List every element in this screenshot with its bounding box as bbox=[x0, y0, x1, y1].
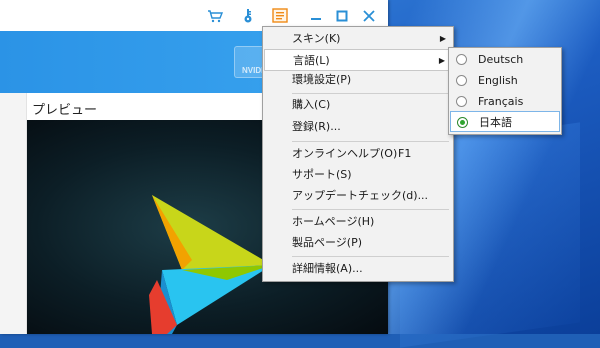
language-option-label: Deutsch bbox=[478, 53, 524, 66]
menu-item-update-check[interactable]: アップデートチェック(d)... bbox=[264, 185, 452, 207]
language-option-francais[interactable]: Français bbox=[450, 91, 560, 112]
menu-item-label: スキン(K) bbox=[292, 32, 341, 45]
maximize-icon[interactable] bbox=[332, 6, 352, 26]
left-sidebar-strip bbox=[0, 93, 27, 334]
menu-item-product-page[interactable]: 製品ページ(P) bbox=[264, 232, 452, 254]
menu-item-shortcut: F1 bbox=[398, 147, 412, 160]
language-option-japanese[interactable]: 日本語 bbox=[450, 111, 560, 132]
language-option-deutsch[interactable]: Deutsch bbox=[450, 49, 560, 70]
menu-item-online-help[interactable]: オンラインヘルプ(O) F1 bbox=[264, 143, 452, 165]
radio-icon bbox=[456, 54, 467, 65]
language-option-english[interactable]: English bbox=[450, 70, 560, 91]
preview-label: プレビュー bbox=[32, 103, 98, 118]
cart-icon[interactable] bbox=[205, 6, 225, 26]
menu-separator bbox=[292, 141, 449, 142]
menu-item-label: 購入(C) bbox=[292, 98, 331, 111]
menu-item-purchase[interactable]: 購入(C) bbox=[264, 94, 452, 116]
language-option-label: 日本語 bbox=[479, 116, 512, 129]
menu-item-label: 登録(R)... bbox=[292, 120, 341, 133]
menu-item-homepage[interactable]: ホームページ(H) bbox=[264, 211, 452, 233]
menu-separator bbox=[292, 209, 449, 210]
close-icon[interactable] bbox=[359, 6, 379, 26]
main-context-menu: スキン(K) ▶ 言語(L) ▶ 環境設定(P) 購入(C) 登録(R)... … bbox=[262, 26, 454, 282]
menu-item-register[interactable]: 登録(R)... bbox=[264, 116, 452, 138]
minimize-icon[interactable] bbox=[306, 6, 326, 26]
radio-icon bbox=[456, 96, 467, 107]
radio-selected-icon bbox=[457, 117, 468, 128]
menu-item-label: 製品ページ(P) bbox=[292, 236, 362, 249]
menu-item-label: サポート(S) bbox=[292, 168, 352, 181]
menu-separator bbox=[292, 256, 449, 257]
menu-item-label: オンラインヘルプ(O) bbox=[292, 147, 398, 160]
menu-item-about[interactable]: 詳細情報(A)... bbox=[264, 258, 452, 280]
submenu-arrow-icon: ▶ bbox=[439, 34, 446, 43]
menu-item-label: 環境設定(P) bbox=[292, 73, 352, 86]
menu-icon[interactable] bbox=[270, 6, 290, 26]
language-option-label: Français bbox=[478, 95, 524, 108]
language-option-label: English bbox=[478, 74, 518, 87]
radio-icon bbox=[456, 75, 467, 86]
menu-item-label: 詳細情報(A)... bbox=[292, 262, 363, 275]
menu-item-label: アップデートチェック(d)... bbox=[292, 189, 429, 202]
language-submenu: Deutsch English Français 日本語 bbox=[448, 47, 562, 135]
menu-item-language[interactable]: 言語(L) ▶ bbox=[264, 49, 452, 71]
key-icon[interactable] bbox=[238, 6, 258, 26]
menu-item-skin[interactable]: スキン(K) ▶ bbox=[264, 28, 452, 50]
menu-item-label: ホームページ(H) bbox=[292, 215, 375, 228]
menu-item-support[interactable]: サポート(S) bbox=[264, 164, 452, 186]
nvidia-badge-text: NVIDI bbox=[242, 66, 264, 75]
menu-item-preferences[interactable]: 環境設定(P) bbox=[264, 69, 452, 91]
